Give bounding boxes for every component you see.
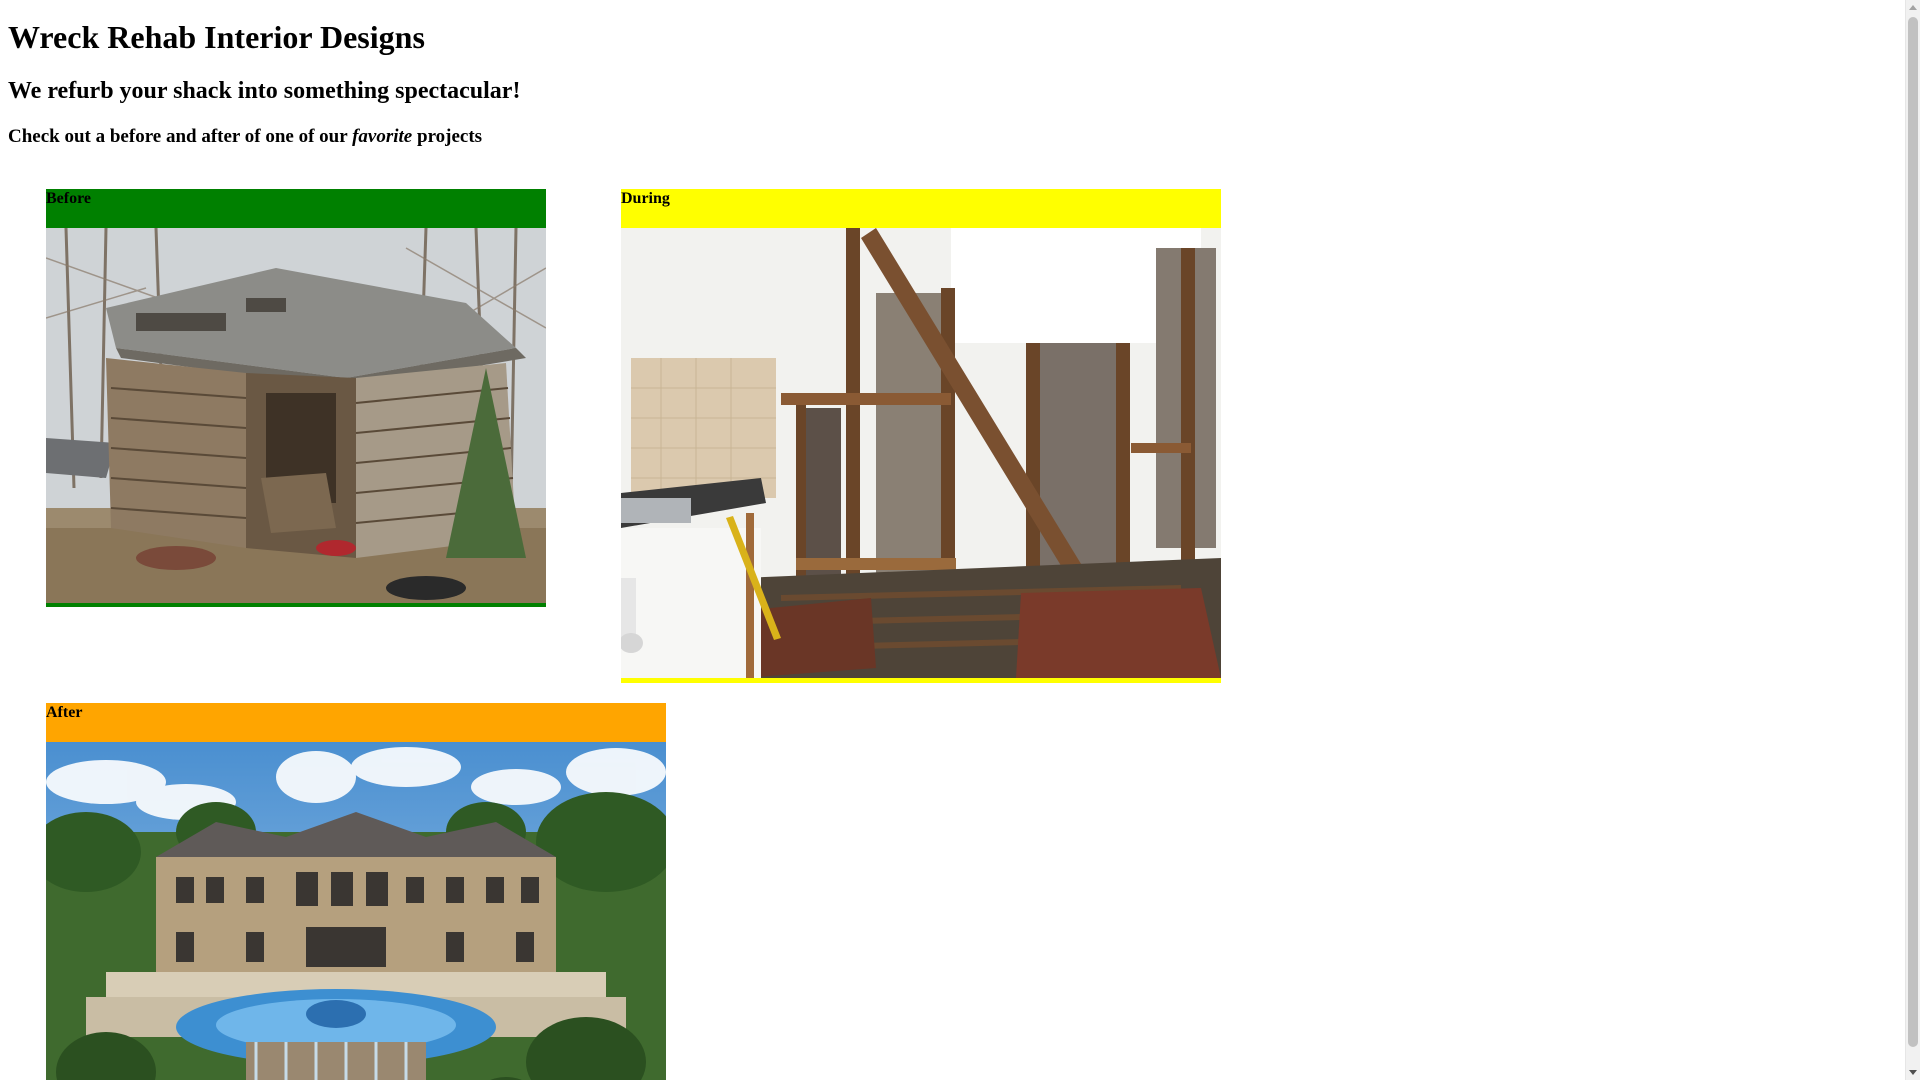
- intro-text-start: Check out a before and after of one of o…: [8, 126, 353, 147]
- during-image: [621, 228, 1221, 678]
- scroll-down-icon[interactable]: [1909, 1070, 1917, 1075]
- scroll-up-icon[interactable]: [1909, 5, 1917, 10]
- after-image: [46, 742, 666, 1080]
- before-card: Before: [46, 189, 546, 607]
- page-subtitle: We refurb your shack into something spec…: [8, 78, 521, 104]
- vertical-scrollbar[interactable]: [1905, 0, 1920, 1080]
- intro-text-end: projects: [412, 126, 483, 147]
- after-label: After: [46, 704, 83, 721]
- during-card: During: [621, 189, 1221, 683]
- after-card: After: [46, 703, 666, 1080]
- page: Wreck Rehab Interior Designs We refurb y…: [0, 0, 1920, 1080]
- during-label: During: [621, 190, 670, 207]
- during-card-bottom: [621, 678, 1221, 683]
- scroll-thumb[interactable]: [1908, 17, 1918, 1047]
- before-card-bottom: [46, 603, 546, 607]
- page-title: Wreck Rehab Interior Designs: [8, 19, 425, 55]
- before-image: [46, 228, 546, 603]
- intro-text: Check out a before and after of one of o…: [8, 126, 482, 149]
- before-label: Before: [46, 190, 92, 207]
- intro-emphasis: favorite: [352, 126, 413, 147]
